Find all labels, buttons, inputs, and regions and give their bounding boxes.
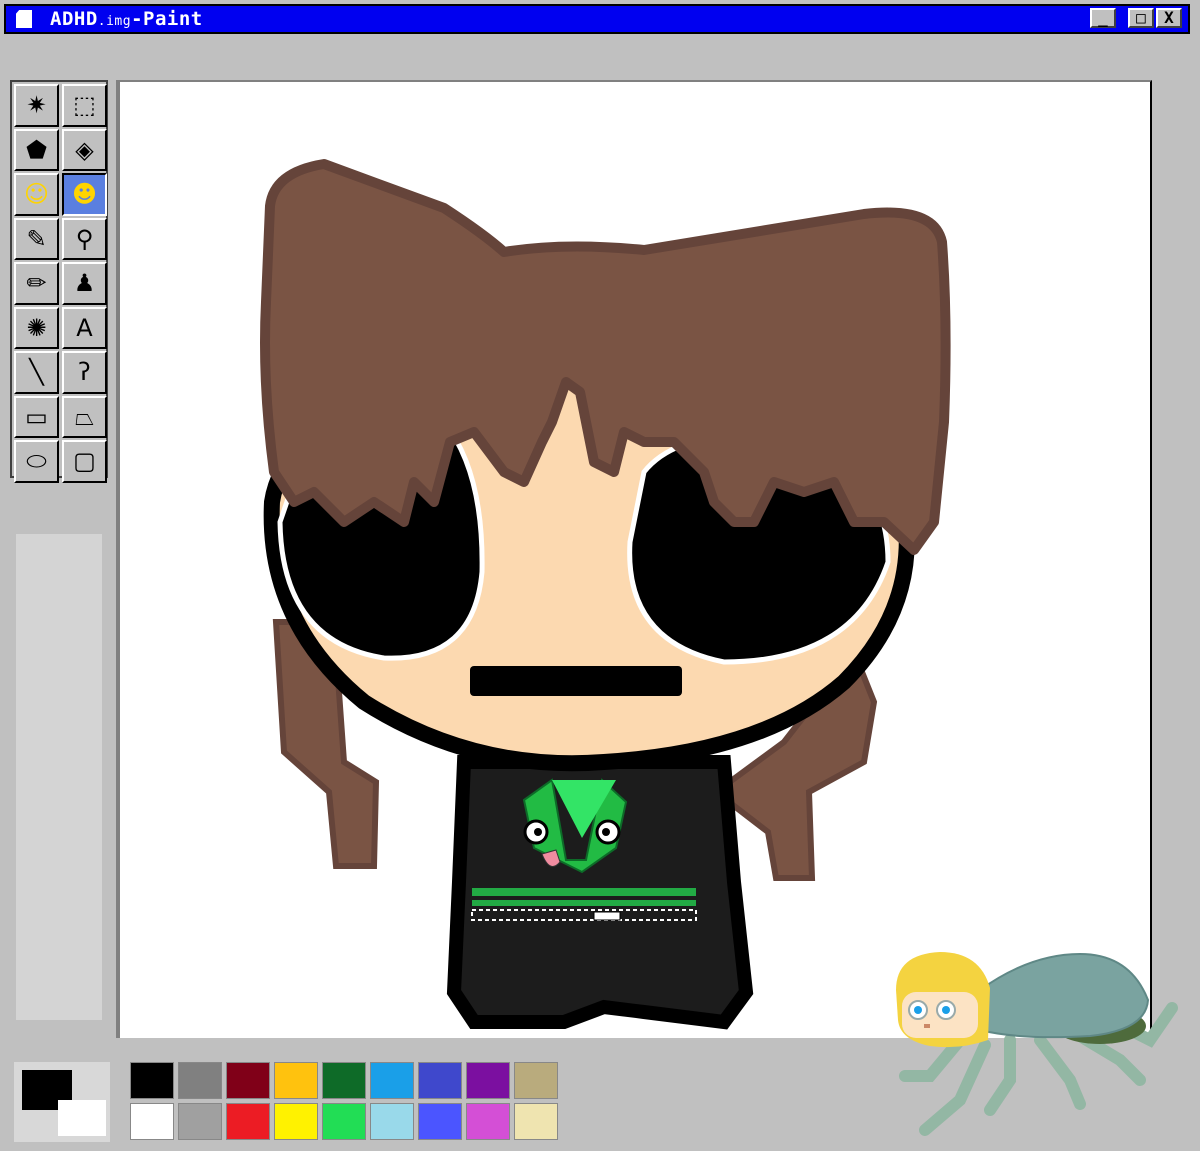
line-tool[interactable]: ╲ — [14, 351, 59, 394]
background-color-swatch[interactable] — [58, 1100, 106, 1136]
close-button[interactable]: X — [1156, 8, 1182, 28]
palette-swatch[interactable] — [370, 1103, 414, 1140]
airbrush-icon: ✺ — [26, 313, 47, 342]
eraser-icon: ⬟ — [26, 135, 47, 164]
maximize-button[interactable]: □ — [1128, 8, 1154, 28]
polygon-icon: ⏢ — [74, 402, 95, 431]
free-form-select-tool[interactable]: ✷ — [14, 84, 59, 127]
palette-swatch[interactable] — [418, 1103, 462, 1140]
tool-options-panel[interactable] — [16, 534, 102, 1020]
text-icon: A — [76, 313, 93, 342]
palette-swatch[interactable] — [514, 1062, 558, 1099]
window-title: ADHD.img-Paint — [50, 8, 203, 30]
rectangle-tool[interactable]: ▭ — [14, 395, 59, 438]
free-form-select-icon: ✷ — [26, 91, 47, 120]
eraser-tool[interactable]: ⬟ — [14, 128, 59, 171]
color-picker-icon: ✎ — [26, 224, 47, 253]
brush-tool[interactable]: ♟ — [62, 262, 107, 305]
palette-swatch[interactable] — [466, 1062, 510, 1099]
palette-swatch[interactable] — [514, 1103, 558, 1140]
palette-swatch[interactable] — [322, 1103, 366, 1140]
chibi-character-drawing — [260, 159, 951, 1030]
palette-swatch[interactable] — [226, 1062, 270, 1099]
palette-swatch[interactable] — [178, 1062, 222, 1099]
brush-icon: ♟ — [73, 269, 96, 298]
current-colors[interactable] — [14, 1062, 110, 1142]
palette-swatch[interactable] — [418, 1062, 462, 1099]
rect-select-tool[interactable]: ⬚ — [62, 84, 107, 127]
rounded-rect-tool[interactable]: ▢ — [62, 440, 107, 483]
palette-swatch[interactable] — [130, 1103, 174, 1140]
fill-bucket-tool[interactable]: ◈ — [62, 128, 107, 171]
color-palette — [130, 1062, 558, 1140]
ellipse-tool[interactable]: ⬭ — [14, 440, 59, 483]
smiley-tool[interactable]: ☺ — [14, 173, 59, 216]
paint-app-icon — [16, 10, 32, 28]
polygon-tool[interactable]: ⏢ — [62, 395, 107, 438]
smiley-icon: ☺ — [23, 180, 50, 209]
palette-swatch[interactable] — [466, 1103, 510, 1140]
smiley-sticker-tool[interactable]: ☻ — [62, 173, 107, 216]
palette-swatch[interactable] — [274, 1103, 318, 1140]
palette-swatch[interactable] — [370, 1062, 414, 1099]
text-tool[interactable]: A — [62, 306, 107, 349]
drawing-canvas[interactable] — [116, 80, 1152, 1038]
magnifier-icon: ⚲ — [75, 224, 94, 253]
palette-swatch[interactable] — [226, 1103, 270, 1140]
ellipse-icon: ⬭ — [26, 447, 47, 476]
fill-bucket-icon: ◈ — [75, 135, 94, 164]
pencil-icon: ✏ — [26, 269, 47, 298]
rect-select-icon: ⬚ — [73, 91, 96, 120]
palette-swatch[interactable] — [274, 1062, 318, 1099]
curve-tool[interactable]: ʔ — [62, 351, 107, 394]
line-icon: ╲ — [29, 358, 44, 387]
palette-swatch[interactable] — [322, 1062, 366, 1099]
toolbox: ✷ ⬚ ⬟ ◈ ☺ ☻ ✎ ⚲ ✏ ♟ ✺ A ╲ ʔ ▭ ⏢ ⬭ ▢ — [10, 80, 108, 483]
rectangle-icon: ▭ — [25, 402, 48, 431]
palette-swatch[interactable] — [130, 1062, 174, 1099]
magnifier-tool[interactable]: ⚲ — [62, 217, 107, 260]
bug-character-sticker — [896, 952, 1178, 1136]
airbrush-tool[interactable]: ✺ — [14, 306, 59, 349]
title-bar[interactable]: ADHD.img-Paint _ □ X — [4, 4, 1190, 34]
color-picker-tool[interactable]: ✎ — [14, 217, 59, 260]
smiley-sticker-icon: ☻ — [71, 180, 98, 209]
curve-icon: ʔ — [78, 358, 91, 387]
rounded-rect-icon: ▢ — [73, 447, 96, 476]
minimize-button[interactable]: _ — [1090, 8, 1116, 28]
pencil-tool[interactable]: ✏ — [14, 262, 59, 305]
palette-swatch[interactable] — [178, 1103, 222, 1140]
